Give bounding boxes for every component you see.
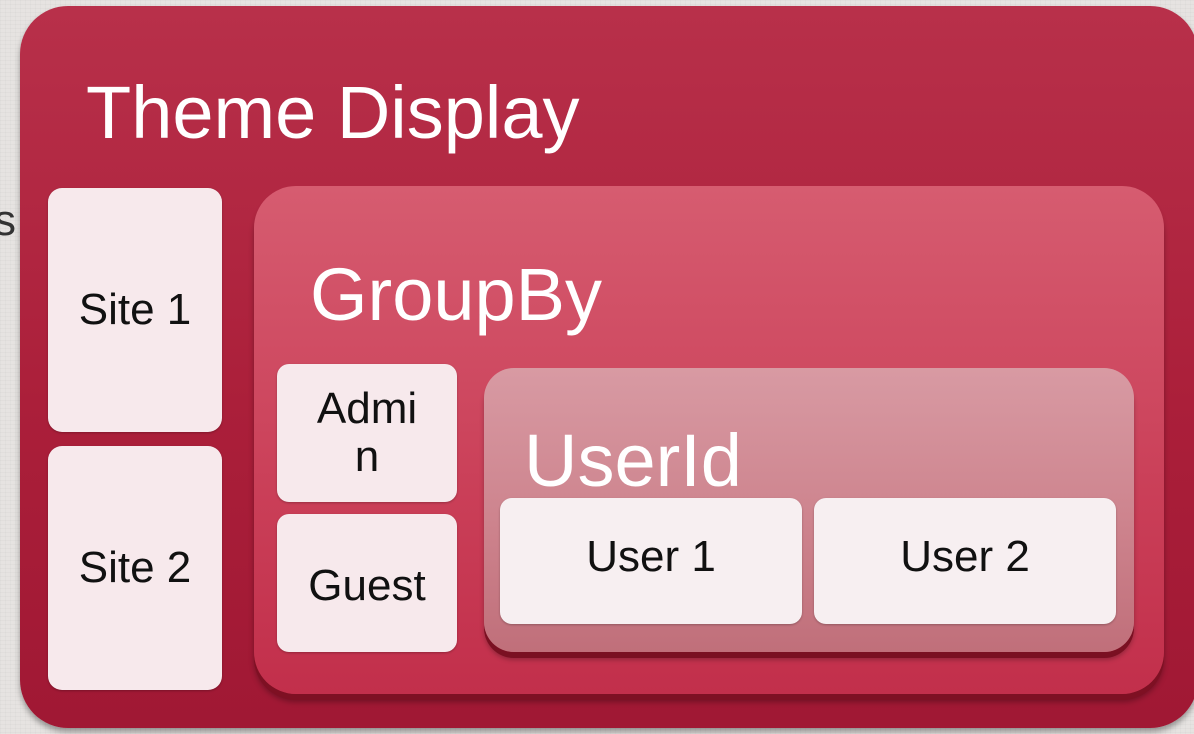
admin-role-label: Admin: [316, 383, 418, 481]
site-1-label: Site 1: [78, 285, 192, 334]
user-1-box: User 1: [500, 498, 802, 624]
userid-title: UserId: [524, 419, 742, 502]
clipped-edge-text: s: [0, 196, 16, 245]
admin-role-box: Admin: [277, 364, 457, 502]
guest-role-label: Guest: [308, 560, 426, 610]
site-2-box: Site 2: [48, 446, 222, 690]
guest-role-box: Guest: [277, 514, 457, 652]
site-2-label: Site 2: [78, 543, 192, 592]
user-1-label: User 1: [586, 532, 716, 581]
groupby-title: GroupBy: [310, 253, 603, 336]
user-2-label: User 2: [900, 532, 1030, 581]
theme-display-title: Theme Display: [86, 71, 580, 154]
user-2-box: User 2: [814, 498, 1116, 624]
site-1-box: Site 1: [48, 188, 222, 432]
